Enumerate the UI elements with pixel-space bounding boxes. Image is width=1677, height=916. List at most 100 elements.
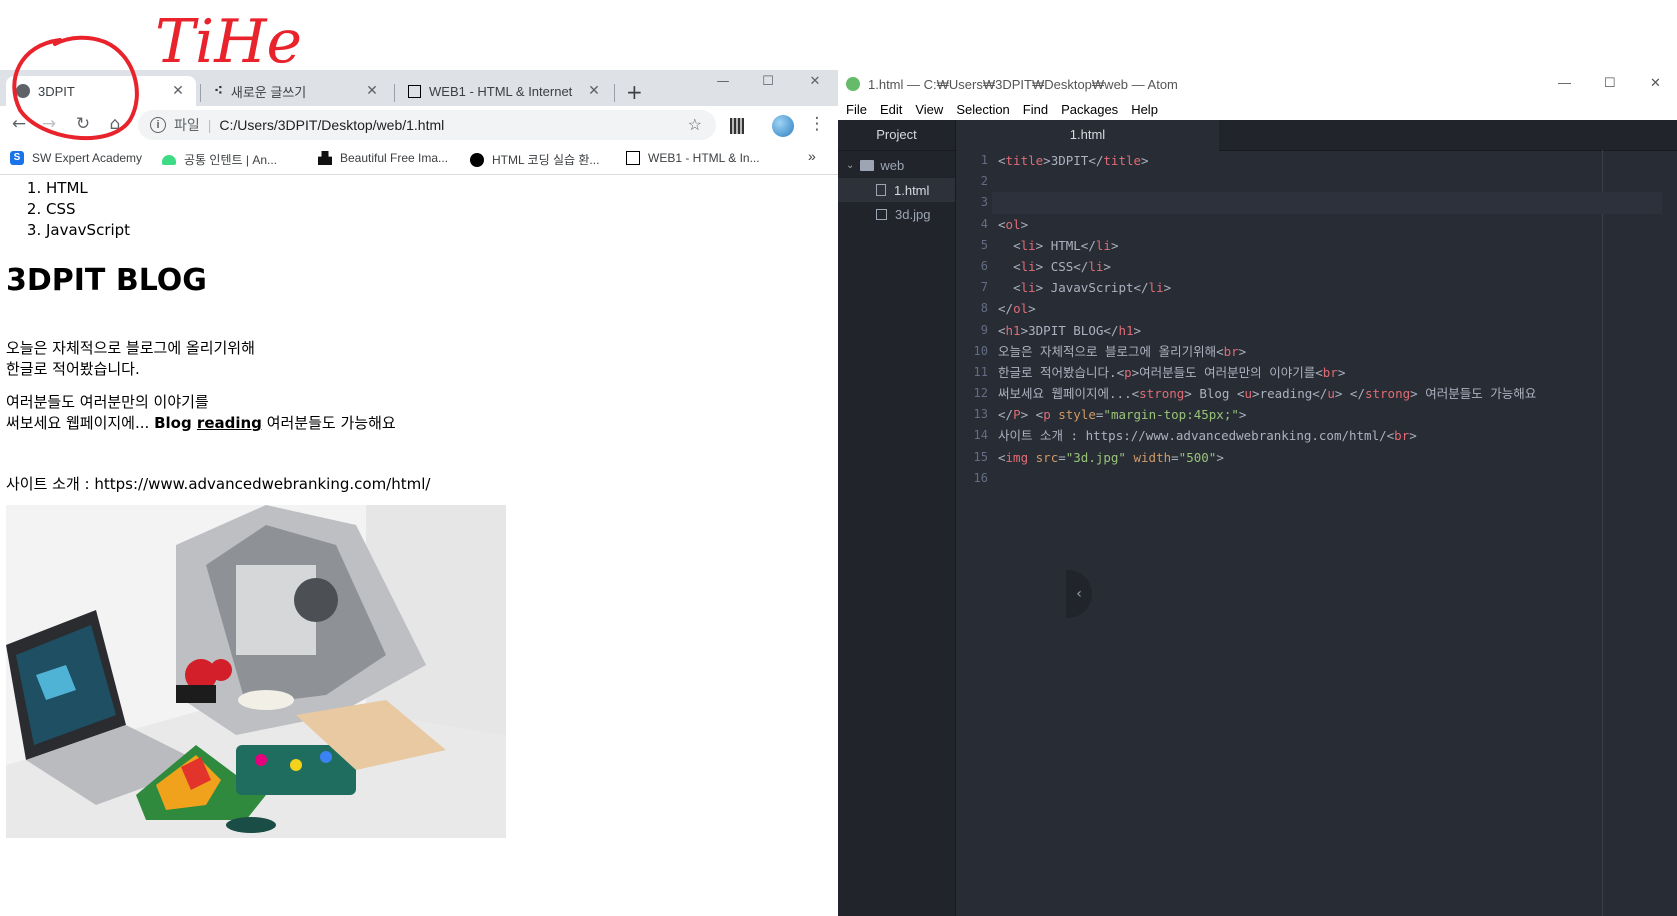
paragraph-story: 여러분들도 여러분만의 이야기를 써보세요 웹페이지에... Blog read…	[6, 392, 396, 434]
close-window-icon[interactable]: ✕	[1650, 75, 1661, 91]
menu-find[interactable]: Find	[1015, 100, 1053, 120]
file-label: 3d.jpg	[895, 206, 931, 222]
line-number: 13	[973, 407, 988, 422]
close-window-icon[interactable]: ✕	[800, 74, 830, 89]
android-icon	[162, 154, 176, 165]
code-line: 오늘은 자체적으로 블로그에 올리기위해<br>	[998, 343, 1247, 359]
code-line: <img src="3d.jpg" width="500">	[998, 449, 1224, 465]
file-1-html[interactable]: 1.html	[838, 178, 955, 202]
close-icon[interactable]: ✕	[586, 83, 602, 99]
file-icon	[876, 184, 886, 196]
image-file-icon	[876, 208, 887, 220]
atom-titlebar: 1.html — C:₩Users₩3DPIT₩Desktop₩web — At…	[838, 70, 1677, 100]
reload-icon[interactable]: ↻	[72, 114, 94, 134]
code-line: <title>3DPIT</title>	[998, 153, 1149, 168]
code-line: 한글로 적어봤습니다.<p>여러분들도 여러분만의 이야기를<br>	[998, 364, 1346, 380]
line-number: 1	[980, 153, 988, 167]
line-number: 4	[980, 216, 988, 231]
info-icon[interactable]: i	[150, 117, 166, 133]
bookmark-label: SW Expert Academy	[32, 151, 143, 165]
line-number: 3	[980, 195, 988, 210]
line-number: 2	[980, 174, 988, 189]
back-icon[interactable]: ←	[8, 114, 30, 134]
bookmark-web1[interactable]: WEB1 - HTML & In...	[626, 151, 760, 165]
tab-separator	[614, 84, 615, 102]
folder-web[interactable]: ⌄ web	[838, 153, 955, 177]
minimize-icon[interactable]: —	[708, 74, 738, 89]
menu-view[interactable]: View	[907, 100, 948, 120]
line-number-gutter: 1 2 3 4 5 6 7 8 9 10 11 12 13 14 15 16	[956, 150, 992, 916]
bookmarks-overflow-button[interactable]: »	[808, 148, 816, 164]
editor-tab-bar: 1.html	[956, 120, 1677, 151]
code-editor[interactable]: <title>3DPIT</title> <ol> <li> HTML</li>…	[992, 150, 1677, 916]
list-item: HTML	[46, 178, 130, 199]
circle-icon	[470, 152, 484, 167]
line-number: 5	[980, 237, 988, 252]
editor-tab-1-html[interactable]: 1.html	[956, 120, 1219, 151]
paragraph-intro: 오늘은 자체적으로 블로그에 올리기위해 한글로 적어봤습니다.	[6, 338, 255, 380]
page-heading: 3DPIT BLOG	[6, 263, 207, 298]
menu-edit[interactable]: Edit	[872, 100, 907, 120]
code-line: 써보세요 웹페이지에...<strong> Blog <u>reading</u…	[998, 386, 1537, 402]
line-number: 12	[973, 386, 988, 401]
chrome-window: 3DPIT ✕ ⁖ 새로운 글쓰기 ✕ WEB1 - HTML & Intern…	[0, 70, 838, 916]
bookmark-star-icon[interactable]: ☆	[688, 115, 702, 135]
text-line: 써보세요 웹페이지에... Blog reading 여러분들도 가능해요	[6, 413, 396, 434]
bookmark-unsplash[interactable]: Beautiful Free Ima...	[318, 151, 448, 165]
bookmark-android[interactable]: 공통 인텐트 | An...	[162, 151, 277, 168]
extension-icon[interactable]	[730, 118, 744, 134]
browser-toolbar: ← → ↻ ⌂ i 파일 | C:/Users/3DPIT/Desktop/we…	[0, 106, 838, 144]
page-content: HTML CSS JavavScript 3DPIT BLOG 오늘은 자체적으…	[0, 175, 838, 916]
menu-file[interactable]: File	[838, 100, 872, 120]
opentutorials-icon	[408, 84, 421, 98]
file-label: 1.html	[894, 182, 930, 198]
folder-icon	[860, 159, 875, 171]
annotation-text: TiHe	[155, 7, 302, 77]
swea-icon: S	[10, 151, 24, 165]
minimize-icon[interactable]: —	[1558, 75, 1571, 90]
bookmark-html-practice[interactable]: HTML 코딩 실습 환...	[470, 151, 599, 168]
bookmark-label: 공통 인텐트 | An...	[184, 153, 277, 167]
tab-3dpit[interactable]: 3DPIT ✕	[6, 76, 196, 106]
line-number: 15	[973, 449, 988, 464]
bookmark-swea[interactable]: S SW Expert Academy	[10, 151, 142, 165]
file-3d-jpg[interactable]: 3d.jpg	[838, 202, 955, 226]
strong-word: Blog	[154, 414, 192, 432]
tab-title: WEB1 - HTML & Internet	[429, 83, 573, 99]
tab-web1[interactable]: WEB1 - HTML & Internet ✕	[398, 76, 612, 106]
menu-help[interactable]: Help	[1123, 100, 1163, 120]
forward-icon[interactable]: →	[38, 114, 60, 134]
divider: |	[207, 117, 212, 133]
project-tree: Project ⌄ web 1.html 3d.jpg	[838, 120, 956, 916]
tab-separator	[394, 84, 395, 102]
code-line: <li> JavavScript</li>	[1013, 280, 1172, 296]
menu-packages[interactable]: Packages	[1053, 100, 1123, 120]
text-span: 여러분들도 가능해요	[266, 414, 396, 432]
url-scheme: 파일	[174, 117, 200, 133]
tab-separator	[200, 84, 201, 102]
unsplash-icon	[318, 151, 332, 165]
code-line: </P> <p style="margin-top:45px;">	[998, 407, 1247, 423]
avatar[interactable]	[772, 115, 794, 137]
menu-kebab-icon[interactable]: ⋮	[806, 114, 828, 134]
close-icon[interactable]: ✕	[170, 83, 186, 99]
home-icon[interactable]: ⌂	[104, 114, 126, 134]
tab-new-post[interactable]: ⁖ 새로운 글쓰기 ✕	[204, 76, 390, 106]
project-tab[interactable]: Project	[838, 120, 955, 151]
bookmark-label: HTML 코딩 실습 환...	[492, 153, 600, 167]
tab-title: 새로운 글쓰기	[230, 84, 307, 100]
code-line: <ol>	[998, 216, 1029, 232]
code-line: <li> HTML</li>	[1013, 237, 1119, 253]
folder-label: web	[880, 157, 905, 173]
globe-icon	[16, 84, 30, 98]
close-icon[interactable]: ✕	[364, 83, 380, 99]
address-bar[interactable]: i 파일 | C:/Users/3DPIT/Desktop/web/1.html…	[138, 110, 716, 140]
line-number: 11	[973, 364, 988, 379]
window-title: 1.html — C:₩Users₩3DPIT₩Desktop₩web — At…	[868, 77, 1178, 92]
maximize-icon[interactable]: ☐	[1604, 75, 1616, 91]
language-list: HTML CSS JavavScript	[6, 178, 130, 241]
maximize-icon[interactable]: ☐	[753, 74, 783, 89]
menu-selection[interactable]: Selection	[948, 100, 1014, 120]
underlined-word: reading	[196, 414, 262, 432]
new-tab-button[interactable]: +	[626, 80, 643, 104]
